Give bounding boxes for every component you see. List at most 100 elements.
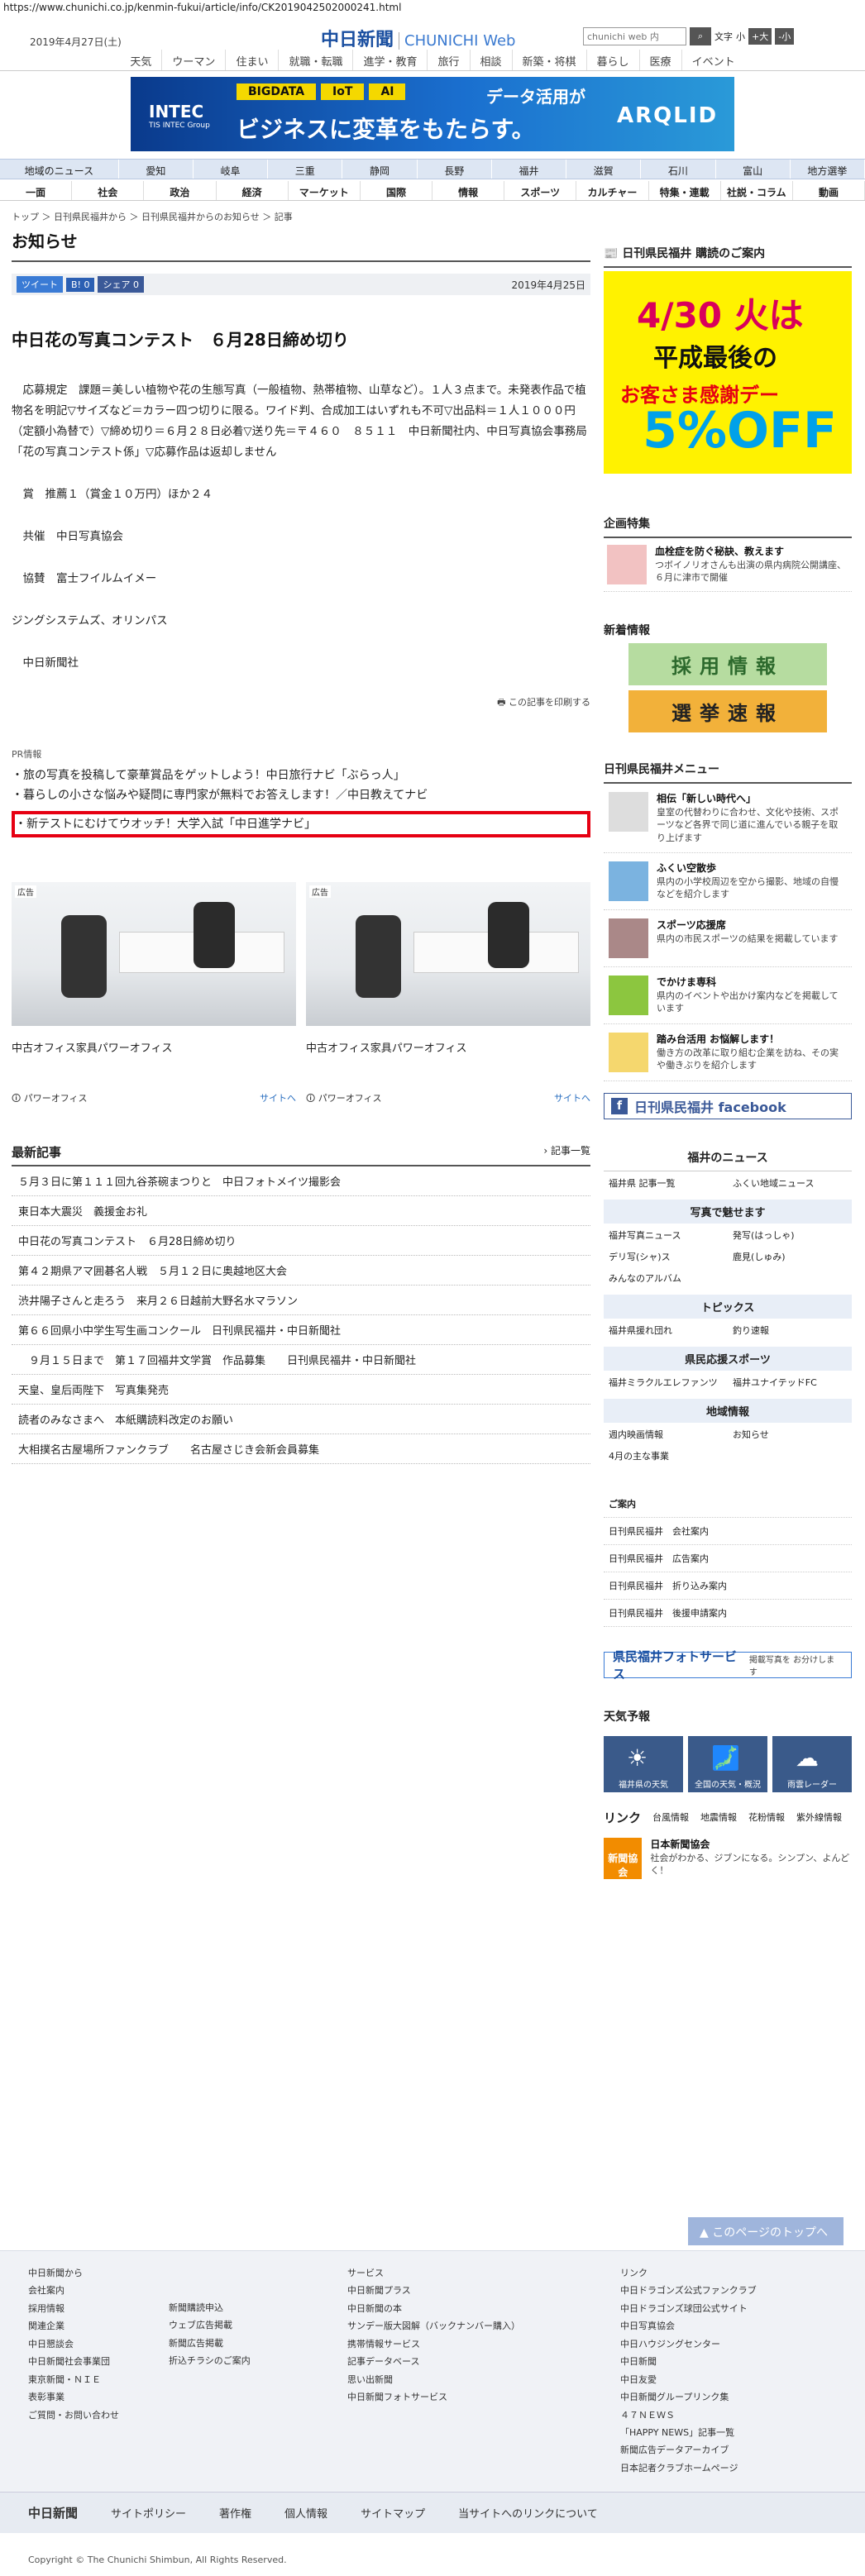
region-link[interactable]: 週内映画情報 — [604, 1423, 728, 1444]
latest-item[interactable]: 天皇、皇后両陛下 写真集発売 — [12, 1375, 590, 1405]
region-link[interactable]: お知らせ — [728, 1423, 852, 1444]
footer-link[interactable]: 中日写真協会 — [620, 2317, 757, 2335]
search-input[interactable] — [583, 27, 686, 45]
footer-link[interactable]: 中日懇談会 — [28, 2335, 119, 2353]
section-nav-item[interactable]: 特集・連載 — [649, 181, 721, 200]
footer-link[interactable]: 関連企業 — [28, 2317, 119, 2335]
weather-fukui[interactable]: ☀ 福井県の天気 — [604, 1735, 683, 1792]
footer-bar-link[interactable]: 著作権 — [219, 2505, 251, 2521]
footer-link[interactable]: 採用情報 — [28, 2300, 119, 2317]
gnav-item[interactable]: 住まい — [225, 50, 278, 70]
region-nav-item[interactable]: 岐阜 — [194, 160, 269, 179]
region-nav-item[interactable]: 長野 — [418, 160, 492, 179]
section-nav-item[interactable]: 情報 — [432, 181, 505, 200]
facebook-link[interactable]: f 日刊県民福井 facebook — [604, 1092, 852, 1119]
footer-link[interactable]: ご質問・お問い合わせ — [28, 2407, 119, 2424]
footer-link[interactable]: 中日新聞の本 — [347, 2300, 520, 2317]
latest-item[interactable]: 大相撲名古屋場所ファンクラブ 名古屋さじき会新会員募集 — [12, 1434, 590, 1464]
latest-item[interactable]: ９月１５日まで 第１７回福井文学賞 作品募集 日刊県民福井・中日新聞社 — [12, 1345, 590, 1375]
link-item[interactable]: 地震情報 — [700, 1810, 737, 1824]
region-link[interactable]: 4月の主な事業 — [604, 1444, 728, 1466]
sports-link[interactable]: 福井ユナイテッドFC — [728, 1371, 852, 1392]
footer-link[interactable]: 日本記者クラブホームページ — [620, 2459, 757, 2477]
nsk-ad[interactable]: 新聞協会 日本新聞協会 社会がわかる、ジブンになる。シンプン、よんどく！ — [604, 1837, 852, 1879]
section-nav-item[interactable]: 経済 — [217, 181, 289, 200]
ad-go-link[interactable]: サイトへ — [260, 1091, 296, 1107]
pr-item[interactable]: ・旅の写真を投稿して豪華賞品をゲットしよう！中日旅行ナビ「ぶらっ人」 — [12, 766, 590, 785]
footer-bar-link[interactable]: サイトマップ — [361, 2505, 425, 2521]
latest-item[interactable]: 渋井陽子さんと走ろう 来月２６日越前大野名水マラソン — [12, 1286, 590, 1315]
footer-link[interactable]: 中日新聞プラス — [347, 2282, 520, 2299]
ad-caption[interactable]: 中古オフィス家具パワーオフィス — [306, 1039, 590, 1055]
footer-bar-link[interactable]: サイトポリシー — [111, 2505, 186, 2521]
section-nav-item[interactable]: カルチャー — [576, 181, 649, 200]
footer-link[interactable]: 新聞広告データアーカイブ — [620, 2441, 757, 2459]
weather-national[interactable]: 🗾 全国の天気・概況 — [688, 1735, 767, 1792]
section-nav-item[interactable]: 政治 — [144, 181, 217, 200]
feature-card[interactable]: 血栓症を防ぐ秘訣、教えます つボイノリオさんも出演の県内病院公開講座、６月に津市で… — [604, 538, 852, 592]
region-nav-item[interactable]: 富山 — [716, 160, 791, 179]
footer-link[interactable]: 中日ハウジングセンター — [620, 2335, 757, 2353]
all-articles-link[interactable]: › 記事一覧 — [543, 1143, 590, 1161]
gnav-item[interactable]: 暮らし — [585, 50, 639, 70]
tweet-button[interactable]: ツイート — [17, 276, 63, 293]
gnav-item[interactable]: 就職・転職 — [278, 50, 352, 70]
guide-link[interactable]: 日刊県民福井 折り込み案内 — [604, 1572, 852, 1600]
ad-card[interactable]: 広告 中古オフィス家具パワーオフィス 🛈 パワーオフィス サイトへ — [306, 881, 590, 1107]
footer-bar-link[interactable]: 個人情報 — [284, 2505, 327, 2521]
photo-link[interactable]: 福井写真ニュース — [604, 1224, 728, 1245]
footer-link[interactable]: ウェブ広告掲載 — [169, 2316, 251, 2334]
menu-item[interactable]: 相伝「新しい時代へ」 皇室の代替わりに合わせ、文化や技術、スポーツなど各界で同じ道… — [604, 784, 852, 853]
footer-link[interactable]: 会社案内 — [28, 2282, 119, 2299]
font-larger-button[interactable]: +大 — [748, 28, 772, 45]
news-link[interactable]: ふくい地域ニュース — [728, 1171, 852, 1193]
recruit-banner[interactable]: 採用情報 — [628, 643, 827, 685]
region-nav-item[interactable]: 福井 — [492, 160, 567, 179]
site-logo[interactable]: 中日新聞 CHUNICHI Web — [321, 25, 516, 51]
gnav-item[interactable]: イベント — [681, 50, 745, 70]
ad-caption[interactable]: 中古オフィス家具パワーオフィス — [12, 1039, 296, 1055]
photo-service-banner[interactable]: 県民福井フォトサービス 掲載写真を お分けします — [604, 1649, 852, 1682]
footer-link[interactable]: 表彰事業 — [28, 2388, 119, 2406]
footer-bar-link[interactable]: 当サイトへのリンクについて — [458, 2505, 598, 2521]
latest-item[interactable]: 第４２期県アマ囲碁名人戦 ５月１２日に奥越地区大会 — [12, 1256, 590, 1286]
gnav-item[interactable]: ウーマン — [161, 50, 225, 70]
footer-link[interactable]: 記事データベース — [347, 2353, 520, 2370]
subscribe-link[interactable]: 📰 日刊県民福井 購読のご案内 — [604, 240, 852, 268]
menu-item[interactable]: スポーツ応援席 県内の市民スポーツの結果を掲載しています — [604, 910, 852, 967]
link-item[interactable]: 紫外線情報 — [796, 1810, 842, 1824]
section-nav-item[interactable]: 社会 — [72, 181, 145, 200]
region-nav-item[interactable]: 滋賀 — [566, 160, 642, 179]
gnav-item[interactable]: 医療 — [638, 50, 681, 70]
photo-link[interactable]: 鹿見(しゅみ) — [728, 1245, 852, 1267]
section-nav-item[interactable]: 国際 — [361, 181, 433, 200]
footer-link[interactable]: 中日友愛 — [620, 2371, 757, 2388]
search-button[interactable]: ⌕ — [690, 27, 711, 45]
latest-item[interactable]: ５月３日に第１１１回九谷茶碗まつりと 中日フォトメイツ撮影会 — [12, 1166, 590, 1196]
election-banner[interactable]: 選挙速報 — [628, 690, 827, 732]
ad-banner[interactable]: INTEC TIS INTEC Group BIGDATA IoT AI データ活… — [131, 77, 734, 151]
gnav-item[interactable]: 天気 — [120, 50, 161, 70]
footer-link[interactable]: 中日新聞社会事業団 — [28, 2353, 119, 2370]
pr-item-highlighted[interactable]: ・新テストにむけてウオッチ！大学入試「中日進学ナビ」 — [12, 810, 590, 837]
link-item[interactable]: 台風情報 — [652, 1810, 689, 1824]
topics-link[interactable]: 釣り速報 — [728, 1319, 852, 1340]
photo-link[interactable]: 発写(はっしゃ) — [728, 1224, 852, 1245]
footer-link[interactable]: 中日新聞フォトサービス — [347, 2388, 520, 2406]
footer-link[interactable]: 中日新聞 — [620, 2353, 757, 2370]
footer-link[interactable]: サンデー版大図解（バックナンバー購入） — [347, 2317, 520, 2335]
footer-logo[interactable]: 中日新聞 — [28, 2504, 78, 2521]
weather-radar[interactable]: ☁ 雨雲レーダー — [772, 1735, 852, 1792]
footer-link[interactable]: 新聞購読申込 — [169, 2299, 251, 2316]
region-nav-item[interactable]: 地域のニュース — [0, 160, 119, 179]
pr-item[interactable]: ・暮らしの小さな悩みや疑問に専門家が無料でお答えします！／中日教えてナビ — [12, 785, 590, 805]
region-nav-item[interactable]: 地方選挙 — [791, 160, 865, 179]
section-nav-item[interactable]: 一面 — [0, 181, 73, 200]
hatena-button[interactable]: B! 0 — [66, 277, 95, 292]
region-nav-item[interactable]: 静岡 — [342, 160, 418, 179]
section-nav-item[interactable]: 動画 — [793, 181, 865, 200]
footer-link[interactable]: 新聞広告掲載 — [169, 2335, 251, 2352]
region-nav-item[interactable]: 三重 — [268, 160, 343, 179]
footer-link[interactable]: 折込チラシのご案内 — [169, 2352, 251, 2369]
sports-link[interactable]: 福井ミラクルエレファンツ — [604, 1371, 728, 1392]
